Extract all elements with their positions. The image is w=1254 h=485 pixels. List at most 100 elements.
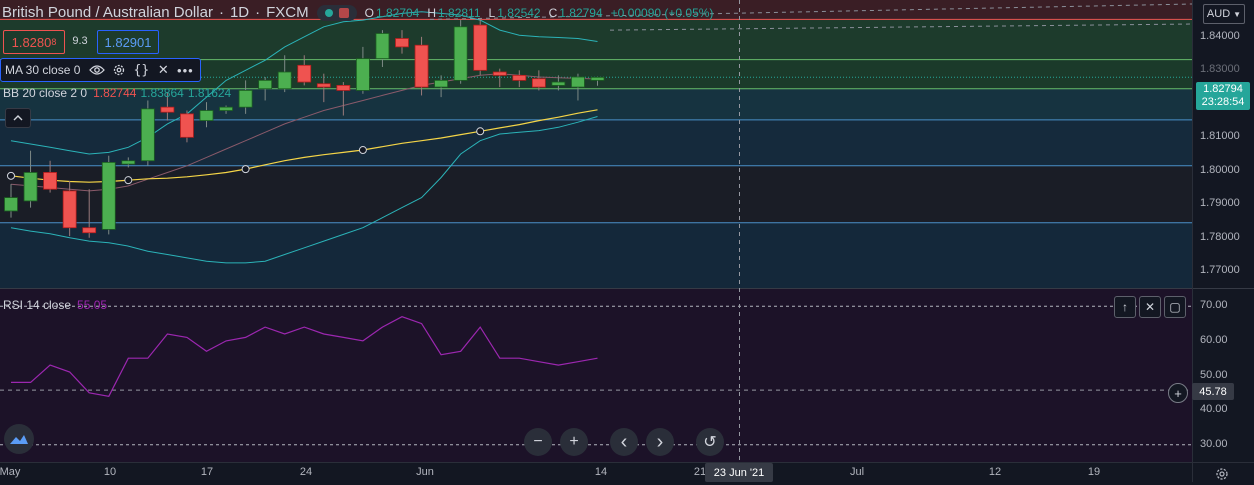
spread-value: 9.3: [72, 35, 88, 47]
pane-move-up-button[interactable]: ↑: [1114, 296, 1136, 318]
candle-body: [180, 113, 194, 138]
price-zone: [0, 222, 1192, 288]
candle: [453, 20, 468, 84]
candle-body: [492, 71, 507, 76]
candle: [414, 36, 429, 96]
open-value: 1.82704: [375, 5, 420, 20]
sell-price: 1.8280: [11, 34, 52, 50]
sell-button[interactable]: 1.8280 8: [3, 30, 65, 54]
cloud-logo-icon: [10, 435, 28, 444]
price-tick-label: 1.83000: [1200, 63, 1240, 76]
market-status-pill[interactable]: [316, 4, 357, 21]
ohlc-values: O 1.82704 H 1.82811 L 1.82542 C 1.82794 +0.0…: [365, 6, 714, 20]
current-price: 1.82794: [1203, 83, 1243, 95]
candle-body: [355, 58, 370, 91]
time-tick-label: Jul: [849, 466, 865, 478]
candle-body: [238, 90, 253, 108]
price-tick-label: 1.84000: [1200, 29, 1240, 42]
price-zone: [0, 165, 1192, 223]
pane-close-button[interactable]: ✕: [1139, 296, 1161, 318]
candle-body: [277, 71, 292, 90]
bb-lower-value: 1.81624: [187, 86, 232, 100]
close-label: C: [548, 5, 558, 20]
interval[interactable]: 1D: [230, 4, 249, 21]
low-value: 1.82542: [497, 5, 541, 20]
bb-label: BB 20 close 2 0: [3, 86, 88, 100]
ma-marker: [124, 176, 133, 185]
time-tick-label: 24: [299, 466, 313, 478]
candle-body: [316, 83, 331, 88]
candle: [140, 100, 155, 166]
candle-body: [121, 160, 136, 165]
market-closed-icon: [338, 7, 349, 18]
rsi-tick-label: 40.00: [1200, 403, 1228, 416]
low-label: L: [488, 5, 496, 20]
ma-marker: [241, 165, 250, 174]
time-tick-label: 12: [988, 466, 1002, 478]
ma-marker: [476, 127, 485, 136]
candle: [473, 18, 488, 76]
sell-pip: 8: [51, 37, 57, 47]
chevron-up-icon: [13, 115, 23, 121]
candle-body: [4, 197, 18, 212]
time-tick-label: 10: [103, 466, 117, 478]
rsi-tick-label: 70.00: [1200, 299, 1228, 312]
candle-body: [375, 33, 390, 60]
price-tick-label: 1.77000: [1200, 264, 1240, 277]
tradingview-logo[interactable]: [4, 424, 34, 454]
bb-upper-value: 1.83864: [140, 86, 184, 100]
candle-body: [258, 79, 273, 90]
zoom-in-button[interactable]: +: [560, 428, 588, 456]
ma-indicator-legend[interactable]: MA 30 close 0 {} ✕ •••: [0, 58, 202, 82]
currency-selector[interactable]: AUD ▼: [1203, 4, 1245, 24]
remove-icon[interactable]: ✕: [152, 60, 174, 80]
separator: ·: [218, 4, 224, 21]
scroll-left-button[interactable]: ‹: [610, 428, 638, 456]
candle-body: [453, 26, 468, 81]
change-value: +0.00090 (+0.05%): [610, 5, 714, 20]
price-tick-label: 1.79000: [1200, 197, 1240, 210]
reset-chart-button[interactable]: ↺: [696, 428, 724, 456]
rsi-tick-label: 60.00: [1200, 333, 1228, 346]
candle-body: [82, 227, 97, 234]
time-tick-label: Jun: [416, 466, 434, 478]
candle-body: [199, 110, 214, 121]
crosshair-date: 23 Jun '21: [705, 463, 773, 482]
symbol-legend: British Pound / Australian Dollar · 1D ·…: [2, 4, 713, 21]
candle-body: [395, 38, 409, 48]
candle-body: [551, 81, 566, 86]
candle-body: [473, 24, 488, 71]
zoom-out-button[interactable]: −: [524, 428, 552, 456]
rsi-tick-label: 30.00: [1200, 437, 1228, 450]
pane-maximize-button[interactable]: ▢: [1164, 296, 1186, 318]
buy-button[interactable]: 1.82901: [97, 30, 159, 54]
rsi-indicator-legend[interactable]: RSI 14 close 55.05: [3, 298, 107, 312]
eye-icon[interactable]: [86, 60, 108, 80]
add-alert-plus-button[interactable]: +: [1168, 383, 1188, 403]
symbol-name[interactable]: British Pound / Australian Dollar: [2, 4, 213, 21]
candle-body: [531, 78, 546, 88]
settings-gear-icon[interactable]: [1214, 466, 1230, 485]
candle: [101, 155, 116, 235]
open-label: O: [364, 5, 374, 20]
close-value: 1.82794: [559, 5, 603, 20]
scroll-right-button[interactable]: ›: [646, 428, 674, 456]
crosshair-rsi-value: 45.78: [1192, 383, 1234, 400]
gear-icon[interactable]: [108, 60, 130, 80]
candle-body: [434, 79, 449, 88]
more-icon[interactable]: •••: [174, 60, 196, 80]
candle-body: [219, 106, 233, 111]
currency-label: AUD: [1206, 8, 1231, 20]
time-tick-label: 17: [200, 466, 214, 478]
time-tick-label: May: [0, 466, 21, 478]
source-code-icon[interactable]: {}: [130, 60, 152, 80]
candle-body: [336, 84, 351, 91]
candle-body: [297, 64, 312, 83]
candle-body: [101, 162, 116, 230]
rsi-tick-label: 50.00: [1200, 368, 1228, 381]
candle-body: [590, 76, 605, 81]
bb-indicator-legend[interactable]: BB 20 close 2 0 1.82744 1.83864 1.81624: [3, 86, 231, 100]
current-price-badge: 1.82794 23:28:54: [1196, 82, 1250, 110]
collapse-legend-button[interactable]: [5, 108, 31, 128]
candle-body: [43, 172, 57, 190]
